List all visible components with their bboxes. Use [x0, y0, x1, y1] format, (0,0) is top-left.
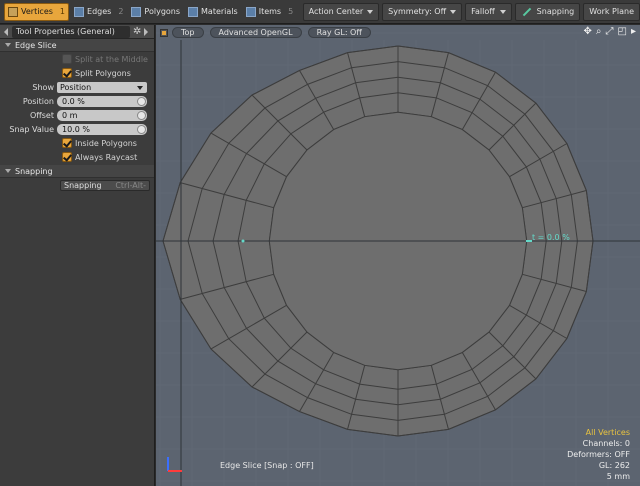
slider-knob-icon[interactable] [137, 96, 146, 106]
modo-app: Vertices 1 Edges 2 Polygons Materials It… [0, 0, 640, 486]
chevron-down-icon [499, 9, 506, 14]
pan-icon[interactable]: ✥ [584, 26, 592, 37]
vertices-icon [8, 6, 18, 17]
zoom-icon[interactable]: ⌕ [596, 26, 602, 37]
mode-tab-edges[interactable]: Edges 2 [71, 3, 126, 21]
split-polygons-checkbox[interactable] [62, 68, 72, 78]
chevron-down-icon [137, 85, 143, 90]
always-raycast-row: Always Raycast [0, 150, 154, 164]
falloff-dropdown[interactable]: Falloff [465, 2, 512, 21]
offset-row: Offset 0 m [0, 108, 154, 122]
viewport-menu-icon[interactable] [160, 28, 168, 37]
snapping-icon [521, 6, 533, 18]
chevron-down-icon [367, 9, 374, 14]
view-type-button[interactable]: Top [172, 27, 204, 38]
offset-field[interactable]: 0 m [57, 109, 147, 121]
mode-tab-items[interactable]: Items 5 [243, 3, 296, 21]
snapping-section[interactable]: Snapping [0, 165, 154, 178]
renderer-button[interactable]: Advanced OpenGL [209, 27, 302, 38]
snapping-button[interactable]: Snapping [514, 2, 581, 21]
collapse-triangle-icon [5, 43, 11, 47]
split-middle-checkbox[interactable] [62, 54, 72, 64]
work-plane-button[interactable]: Work Plane [583, 2, 640, 21]
selection-readout: All Vertices [585, 428, 630, 437]
viewport-nav-icons: ✥ ⌕ ⤢ ◰ ▸ [584, 26, 636, 37]
top-toolbar: Vertices 1 Edges 2 Polygons Materials It… [0, 0, 640, 24]
edges-icon [74, 6, 85, 17]
deformers-readout: Deformers: OFF [567, 450, 630, 459]
collapse-triangle-icon [5, 169, 11, 173]
fit-icon[interactable]: ⤢ [606, 26, 614, 37]
gear-icon[interactable]: ✲ [133, 26, 141, 37]
edge-slice-section[interactable]: Edge Slice [0, 39, 154, 52]
snap-value-row: Snap Value 10.0 % [0, 122, 154, 136]
arrow-left-icon[interactable] [4, 27, 8, 36]
edge-slice-t-label: t = 0.0 % [532, 233, 570, 242]
channels-readout: Channels: 0 [582, 439, 630, 448]
position-row: Position 0.0 % [0, 94, 154, 108]
slider-knob-icon[interactable] [137, 110, 146, 120]
snap-value-field[interactable]: 10.0 % [57, 123, 147, 135]
split-polygons-row: Split Polygons [0, 66, 154, 80]
materials-icon [188, 6, 199, 17]
maximize-icon[interactable]: ◰ [618, 26, 627, 37]
chevron-down-icon [450, 9, 457, 14]
action-center-dropdown[interactable]: Action Center [302, 2, 380, 21]
gl-readout: GL: 262 [598, 461, 630, 470]
mode-tab-polygons[interactable]: Polygons [128, 3, 183, 21]
tool-properties-tab[interactable]: Tool Properties (General) [12, 25, 130, 38]
raygl-button[interactable]: Ray GL: Off [307, 27, 371, 38]
slider-knob-icon[interactable] [137, 124, 146, 134]
split-middle-row: Split at the Middle [0, 52, 154, 66]
always-raycast-checkbox[interactable] [62, 152, 72, 162]
show-dropdown[interactable]: Position [57, 81, 147, 93]
arrow-right-icon[interactable] [144, 27, 149, 36]
viewport-canvas[interactable] [156, 25, 640, 486]
inside-polygons-checkbox[interactable] [62, 138, 72, 148]
show-row: Show Position [0, 80, 154, 94]
position-field[interactable]: 0.0 % [57, 95, 147, 107]
snapping-row: Snapping Ctrl-Alt- [0, 178, 154, 192]
snapping-toggle-button[interactable]: Snapping Ctrl-Alt- [60, 179, 150, 191]
tool-properties-panel: Tool Properties (General) ✲ Edge Slice S… [0, 25, 155, 486]
inside-polygons-row: Inside Polygons [0, 136, 154, 150]
scale-readout: 5 mm [606, 472, 630, 481]
3d-viewport[interactable]: Top Advanced OpenGL Ray GL: Off ✥ ⌕ ⤢ ◰ … [156, 25, 640, 486]
tool-status-text: Edge Slice [Snap : OFF] [220, 461, 314, 470]
polygons-icon [131, 6, 142, 17]
mode-tab-vertices[interactable]: Vertices 1 [4, 2, 70, 21]
panel-header: Tool Properties (General) ✲ [0, 25, 154, 39]
edge-slice-start-marker [241, 239, 245, 243]
arrow-right-icon[interactable]: ▸ [631, 26, 636, 37]
items-icon [245, 6, 256, 17]
symmetry-dropdown[interactable]: Symmetry: Off [382, 2, 463, 21]
viewport-header: Top Advanced OpenGL Ray GL: Off ✥ ⌕ ⤢ ◰ … [156, 25, 640, 40]
mode-tab-materials[interactable]: Materials [185, 3, 241, 21]
